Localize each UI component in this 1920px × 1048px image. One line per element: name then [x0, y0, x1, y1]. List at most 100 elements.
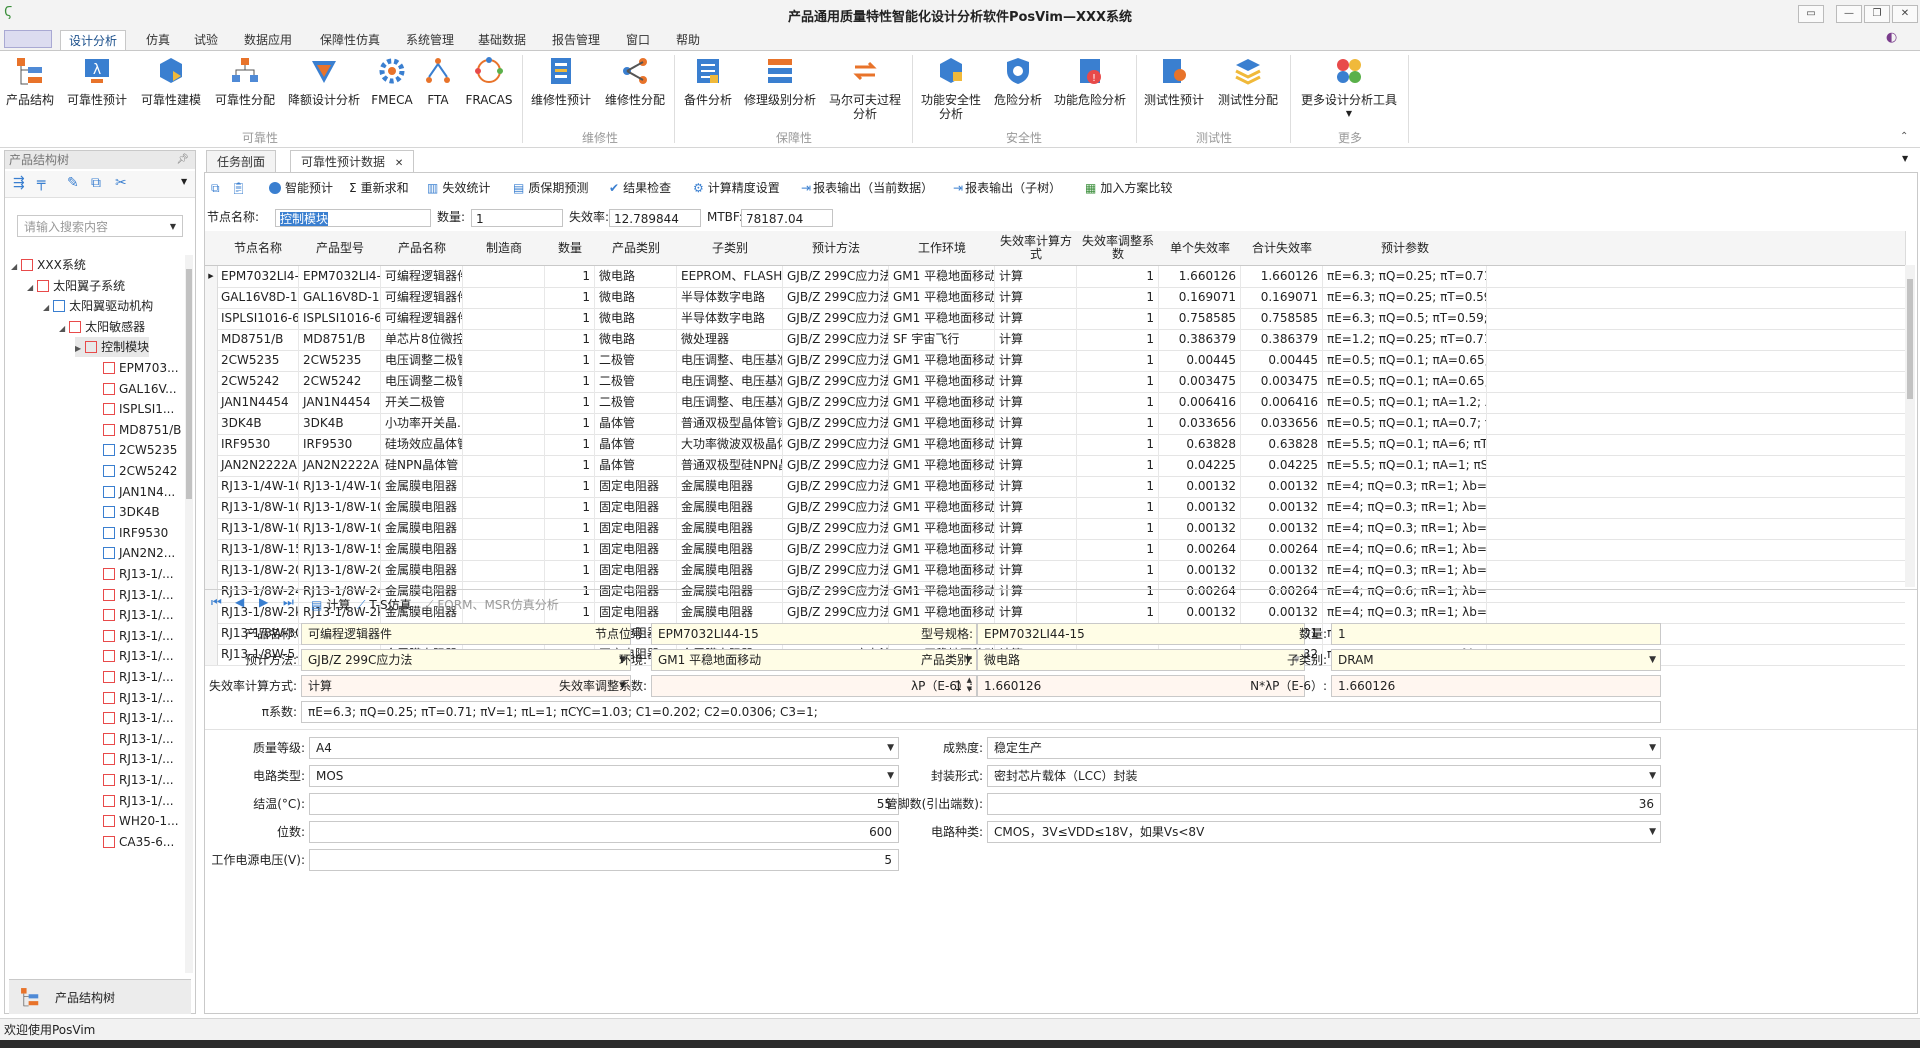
fmeca-button[interactable]: FMECA: [370, 55, 414, 107]
pin-icon[interactable]: 📌︎: [176, 151, 189, 169]
reliability-prediction-button[interactable]: λ 可靠性预计: [64, 55, 130, 107]
table-cell[interactable]: 1: [1077, 266, 1159, 287]
table-cell[interactable]: 微电路: [595, 287, 677, 308]
table-cell[interactable]: 微电路: [595, 329, 677, 350]
table-cell[interactable]: 1: [1077, 308, 1159, 329]
table-cell[interactable]: 单芯片8位微控...: [381, 329, 463, 350]
table-cell[interactable]: RJ13-1/8W-15...: [299, 539, 381, 560]
table-row[interactable]: ISPLSI1016-6...ISPLSI1016-6...可编程逻辑器件1微电…: [205, 308, 1905, 330]
table-cell[interactable]: GJB/Z 299C应力法: [783, 497, 889, 518]
table-cell[interactable]: 1.660126: [1241, 266, 1323, 287]
tree-node[interactable]: ◢ 太阳翼驱动机构: [43, 296, 153, 316]
package-select[interactable]: 密封芯片载体（LCC）封装 ▼: [987, 765, 1661, 787]
tab-window[interactable]: 窗口: [618, 30, 658, 50]
table-cell[interactable]: 0.006416: [1241, 392, 1323, 413]
table-cell[interactable]: [463, 308, 545, 329]
result-check-button[interactable]: ✔ 结果检查: [609, 179, 671, 197]
table-cell[interactable]: 硅NPN晶体管 ...: [381, 455, 463, 476]
table-cell[interactable]: 0.04225: [1241, 455, 1323, 476]
testability-prediction-button[interactable]: 测试性预计: [1140, 55, 1208, 107]
table-cell[interactable]: 0.169071: [1159, 287, 1241, 308]
functional-safety-button[interactable]: 功能安全性分析: [916, 55, 986, 121]
column-header[interactable]: 失效率调整系数: [1077, 231, 1160, 266]
table-cell[interactable]: 计算: [995, 350, 1077, 371]
collapse-ribbon-icon[interactable]: ⌃: [1900, 131, 1908, 142]
user-icon[interactable]: ◐: [1886, 30, 1897, 45]
table-cell[interactable]: πE=0.5; πQ=0.1; πA=1.2; λb...: [1323, 392, 1487, 413]
column-header[interactable]: 产品名称: [381, 231, 464, 266]
spares-analysis-button[interactable]: 备件分析: [678, 55, 738, 107]
table-cell[interactable]: 计算: [995, 497, 1077, 518]
table-cell[interactable]: SF 宇宙飞行: [889, 329, 995, 350]
table-cell[interactable]: 0.00132: [1241, 518, 1323, 539]
product-structure-button[interactable]: 产品结构: [2, 55, 58, 107]
table-cell[interactable]: 晶体管: [595, 434, 677, 455]
copy-node-icon[interactable]: ⧉: [91, 175, 101, 191]
table-cell[interactable]: 普通双极型硅NPN晶...: [677, 455, 783, 476]
table-cell[interactable]: 固定电阻器: [595, 539, 677, 560]
column-header[interactable]: 节点名称: [217, 231, 300, 266]
table-cell[interactable]: GM1 平稳地面移动: [889, 308, 995, 329]
table-cell[interactable]: JAN1N4454: [299, 392, 381, 413]
close-button[interactable]: ✕: [1892, 5, 1918, 23]
table-cell[interactable]: 可编程逻辑器件: [381, 308, 463, 329]
derating-analysis-button[interactable]: 降额设计分析: [284, 55, 364, 107]
table-cell[interactable]: 0.386379: [1159, 329, 1241, 350]
repair-level-analysis-button[interactable]: 修理级别分析: [740, 55, 820, 107]
tree-node[interactable]: ◢ 太阳翼子系统: [27, 276, 125, 296]
tree-node[interactable]: RJ13-1/...: [91, 646, 174, 666]
table-cell[interactable]: 1: [1077, 518, 1159, 539]
table-cell[interactable]: EPM7032LI4-...: [217, 266, 299, 287]
failrate-field[interactable]: 12.789844: [609, 209, 701, 227]
tj-field[interactable]: 55: [309, 793, 899, 815]
tree-node[interactable]: CA35-6...: [91, 832, 174, 852]
table-cell[interactable]: JAN2N2222A: [217, 455, 299, 476]
nlp-field[interactable]: 1.660126: [1331, 675, 1661, 697]
table-cell[interactable]: 1: [1077, 434, 1159, 455]
table-cell[interactable]: 电压调整二极管: [381, 371, 463, 392]
table-cell[interactable]: 0.033656: [1159, 413, 1241, 434]
table-cell[interactable]: [463, 329, 545, 350]
tree-node[interactable]: RJ13-1/...: [91, 605, 174, 625]
table-cell[interactable]: GM1 平稳地面移动: [889, 371, 995, 392]
table-cell[interactable]: 微处理器: [677, 329, 783, 350]
tree-node[interactable]: RJ13-1/...: [91, 729, 174, 749]
re-sum-button[interactable]: Σ 重新求和: [349, 179, 409, 197]
column-header[interactable]: 失效率计算方式: [995, 231, 1078, 266]
warranty-forecast-button[interactable]: ▤ 质保期预测: [513, 179, 588, 197]
tab-support-sim[interactable]: 保障性仿真: [312, 30, 388, 50]
tree-node[interactable]: EPM703...: [91, 358, 179, 378]
table-cell[interactable]: RJ13-1/8W-10...: [299, 497, 381, 518]
table-cell[interactable]: GJB/Z 299C应力法: [783, 560, 889, 581]
table-cell[interactable]: GM1 平稳地面移动: [889, 518, 995, 539]
table-cell[interactable]: 1: [545, 476, 595, 497]
table-cell[interactable]: 金属膜电阻器: [677, 497, 783, 518]
ts-sim-button[interactable]: ⟋ T-S仿真: [357, 596, 412, 613]
table-cell[interactable]: 微电路: [595, 308, 677, 329]
table-cell[interactable]: GM1 平稳地面移动: [889, 497, 995, 518]
table-cell[interactable]: 0.00445: [1241, 350, 1323, 371]
table-row[interactable]: RJ13-1/8W-10...RJ13-1/8W-10...金属膜电阻器1固定电…: [205, 497, 1905, 519]
table-cell[interactable]: GJB/Z 299C应力法: [783, 455, 889, 476]
mtbf-field[interactable]: 78187.04: [741, 209, 833, 227]
table-cell[interactable]: 1: [1077, 371, 1159, 392]
tree-node[interactable]: ◢ 太阳敏感器: [59, 317, 145, 337]
table-cell[interactable]: MD8751/B: [217, 329, 299, 350]
smart-predict-button[interactable]: 智能预计: [269, 179, 333, 197]
table-cell[interactable]: 金属膜电阻器: [677, 476, 783, 497]
column-header[interactable]: 产品类别: [595, 231, 678, 266]
add-node-icon[interactable]: ⇶: [13, 175, 25, 191]
left-panel-footer-tab[interactable]: 产品结构树: [9, 979, 191, 1014]
table-cell[interactable]: 1: [1077, 497, 1159, 518]
table-cell[interactable]: πE=6.3; πQ=0.25; πT=0.59; ...: [1323, 287, 1487, 308]
table-cell[interactable]: 2CW5235: [299, 350, 381, 371]
table-row[interactable]: GAL16V8D-15...GAL16V8D-15...可编程逻辑器件1微电路半…: [205, 287, 1905, 309]
quick-access-button[interactable]: [4, 30, 52, 48]
table-cell[interactable]: 0.63828: [1159, 434, 1241, 455]
tab-help[interactable]: 帮助: [668, 30, 708, 50]
table-cell[interactable]: 小功率开关晶...: [381, 413, 463, 434]
table-cell[interactable]: 开关二极管: [381, 392, 463, 413]
copy-icon[interactable]: ⧉: [211, 179, 220, 197]
collapse-arrow-icon[interactable]: ◢: [27, 283, 33, 292]
table-cell[interactable]: 电压调整、电压基准...: [677, 392, 783, 413]
